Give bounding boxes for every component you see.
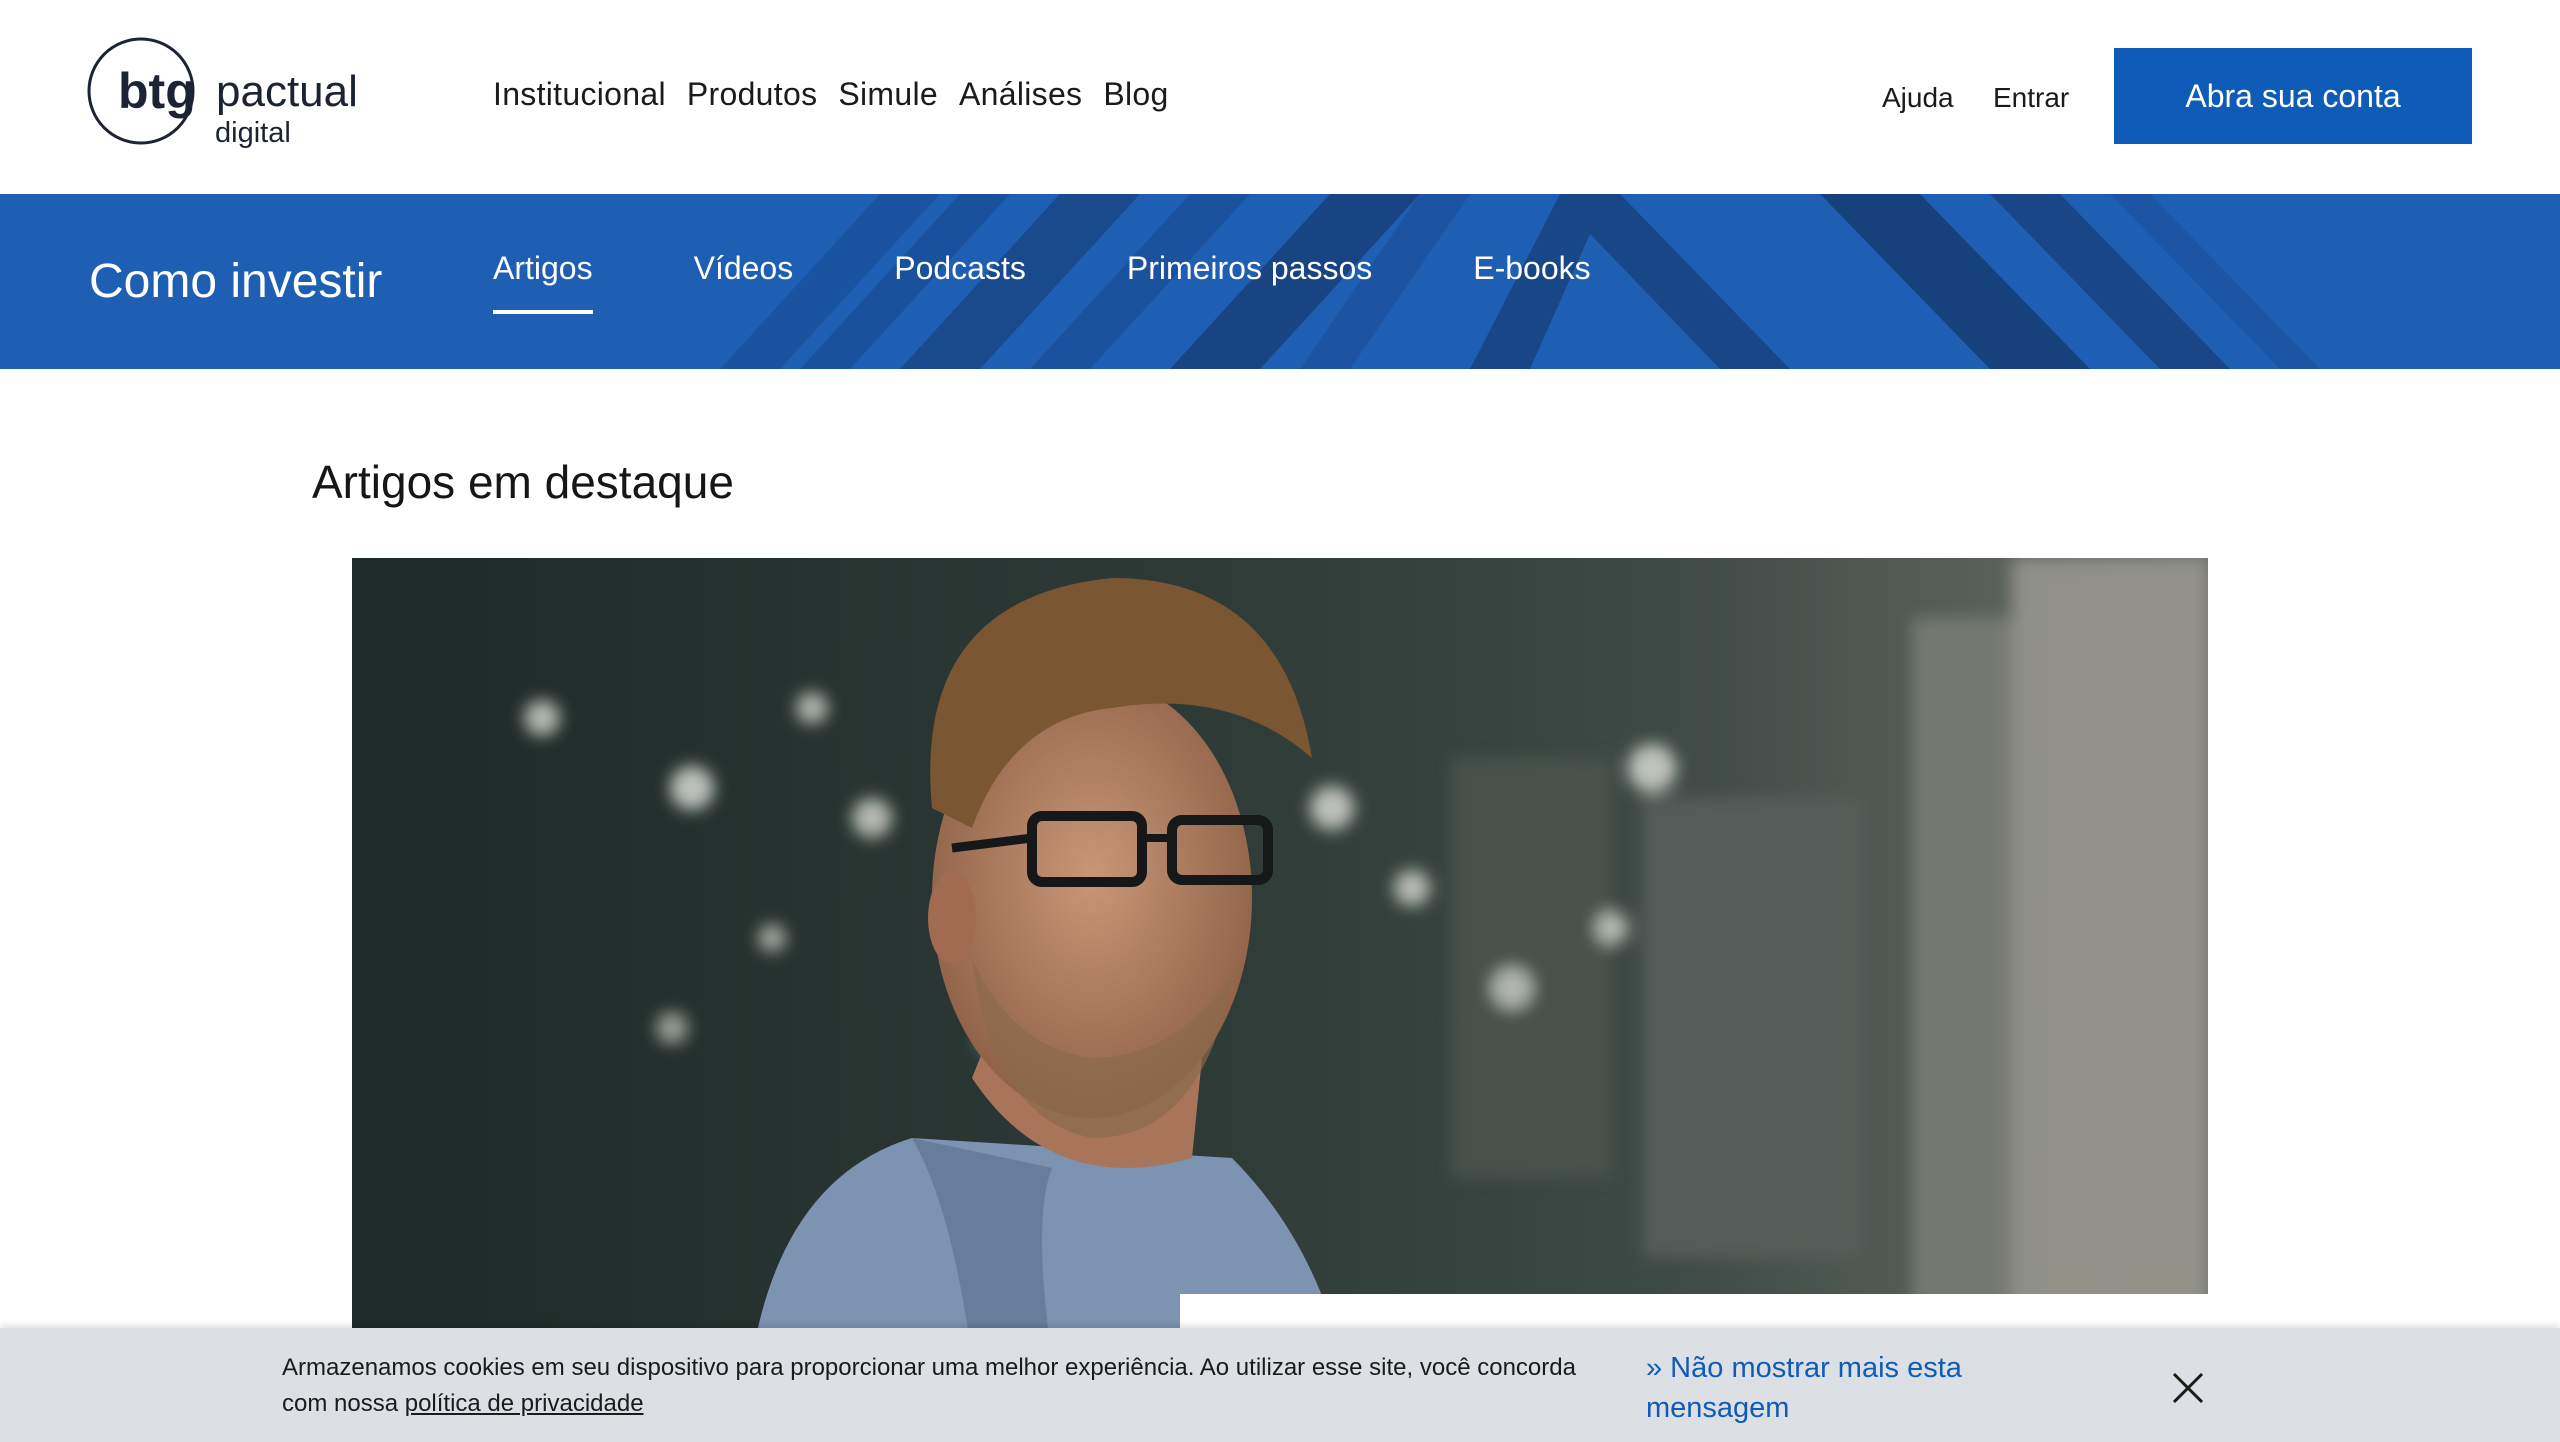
tab-videos[interactable]: Vídeos [694,244,794,314]
logo-brand: btg [118,63,196,119]
main-nav: Institucional Produtos Simule Análises B… [493,70,1169,118]
tab-artigos[interactable]: Artigos [493,244,593,314]
nav-blog[interactable]: Blog [1103,70,1168,118]
man-with-glasses-photo [352,558,2208,1358]
tab-ebooks[interactable]: E-books [1473,244,1590,314]
subnav-tabs: Artigos Vídeos Podcasts Primeiros passos… [493,244,1692,314]
dont-show-again-link[interactable]: » Não mostrar mais esta mensagem [1646,1348,1986,1428]
nav-produtos[interactable]: Produtos [687,70,817,118]
nav-institucional[interactable]: Institucional [493,70,666,118]
top-header: btg pactual digital Institucional Produt… [0,0,2560,194]
nav-simule[interactable]: Simule [838,70,938,118]
open-account-button[interactable]: Abra sua conta [2114,48,2472,144]
tab-podcasts[interactable]: Podcasts [894,244,1026,314]
logo-name: pactual [216,67,358,116]
nav-analises[interactable]: Análises [959,70,1082,118]
btg-pactual-logo[interactable]: btg pactual digital [86,36,376,152]
section-heading: Artigos em destaque [312,456,734,508]
tab-primeiros-passos[interactable]: Primeiros passos [1127,244,1372,314]
login-link[interactable]: Entrar [1993,74,2069,122]
subnav-title: Como investir [89,255,383,308]
close-icon[interactable] [2170,1370,2206,1406]
cookie-message: Armazenamos cookies em seu dispositivo p… [282,1350,1622,1422]
privacy-policy-link[interactable]: política de privacidade [405,1390,644,1417]
help-link[interactable]: Ajuda [1882,74,1954,122]
featured-article-image[interactable] [352,558,2208,1358]
como-investir-subnav: Como investir Artigos Vídeos Podcasts Pr… [0,194,2560,369]
logo-sub: digital [215,117,291,149]
